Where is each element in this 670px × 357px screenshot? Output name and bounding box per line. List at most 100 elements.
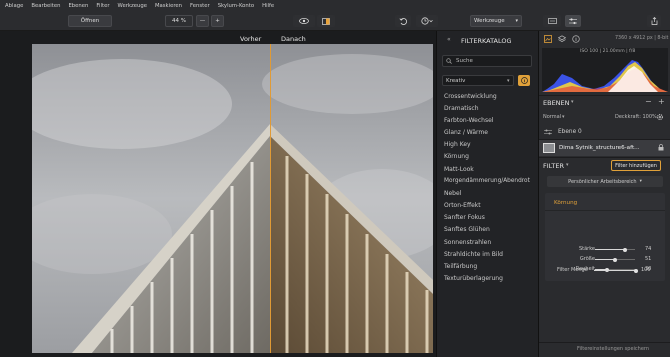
filter-item-crossentwicklung[interactable]: Crossentwicklung (444, 93, 497, 100)
slider-knob[interactable] (622, 247, 627, 252)
tools-dropdown-label: Werkzeuge (474, 18, 505, 24)
before-label: Vorher (240, 35, 262, 43)
blend-mode-select[interactable]: Normal (543, 114, 561, 120)
compare-toggle-button[interactable] (317, 15, 335, 27)
active-layer-row[interactable]: Dima Sytnik_structure6-aft... (539, 140, 670, 156)
zoom-in-button[interactable]: + (211, 15, 224, 27)
image-info-icon[interactable] (544, 35, 552, 43)
filter-amount-value[interactable]: 100 (641, 267, 651, 273)
zoom-out-button[interactable]: — (196, 15, 209, 27)
filter-item-sonnenstrahlen[interactable]: Sonnenstrahlen (444, 239, 491, 246)
filter-item-dramatisch[interactable]: Dramatisch (444, 105, 479, 112)
layer-remove-icon[interactable]: − (645, 97, 652, 106)
zoom-level-select[interactable]: 44 % (165, 15, 193, 27)
filter-item-nebel[interactable]: Nebel (444, 190, 461, 197)
menu-hilfe[interactable]: Hilfe (262, 3, 274, 9)
layer-opacity[interactable]: Deckkraft: 100% (615, 114, 657, 120)
menu-werkzeuge[interactable]: Werkzeuge (118, 3, 147, 9)
undo-icon (399, 18, 407, 25)
search-placeholder: Suche (456, 58, 473, 64)
layer-add-icon[interactable]: + (658, 97, 665, 106)
chevron-down-icon[interactable]: ▾ (566, 162, 569, 168)
filter-catalog-panel: « FILTERKATALOG Suche Kreativ ▾ Crossent… (436, 31, 538, 357)
open-button[interactable]: Öffnen (68, 15, 112, 27)
image-dimensions: 7360 x 4912 px | 8-bit (615, 36, 669, 41)
filter-item-teilfaerbung[interactable]: Teilfärbung (444, 263, 477, 270)
menu-bearbeiten[interactable]: Bearbeiten (31, 3, 60, 9)
filter-title: FILTER (543, 162, 564, 170)
menu-fenster[interactable]: Fenster (190, 3, 210, 9)
chevron-down-icon: ▾ (507, 77, 510, 84)
filter-item-farbton-wechsel[interactable]: Farbton-Wechsel (444, 117, 493, 124)
workspace-label: Persönlicher Arbeitsbereich (568, 178, 637, 185)
split-view-icon (322, 17, 330, 25)
collapse-icon[interactable]: « (447, 36, 451, 43)
undo-button[interactable] (395, 15, 411, 27)
filter-item-high-key[interactable]: High Key (444, 141, 471, 148)
slider-label-staerke: Stärke (578, 246, 595, 252)
catalog-title: FILTERKATALOG (461, 37, 512, 45)
preview-toggle-button[interactable] (293, 15, 315, 27)
filter-item-strahldichte[interactable]: Strahldichte im Bild (444, 251, 503, 258)
slider-knob[interactable] (613, 257, 618, 262)
adjustments-view-button[interactable] (565, 15, 581, 27)
filter-card-title[interactable]: Körnung (554, 200, 577, 206)
filter-item-matt-look[interactable]: Matt-Look (444, 166, 474, 173)
chevron-down-icon[interactable]: ▾ (571, 99, 574, 105)
layer-1-name: Dima Sytnik_structure6-aft... (559, 145, 640, 151)
metadata-icon[interactable] (572, 35, 580, 43)
photo-preview[interactable] (32, 44, 433, 353)
add-filter-button[interactable]: Filter hinzufügen (611, 160, 661, 171)
filter-amount-slider[interactable] (594, 268, 638, 273)
filter-item-orton-effekt[interactable]: Orton-Effekt (444, 202, 481, 209)
lock-icon (658, 144, 664, 151)
share-icon (651, 17, 657, 25)
filter-item-texturueberlagerung[interactable]: Texturüberlagerung (444, 275, 503, 282)
save-filter-settings-button[interactable]: Filtereinstellungen speichern (577, 346, 649, 352)
catalog-search-input[interactable]: Suche (442, 55, 532, 67)
right-panel: 7360 x 4912 px | 8-bit ISO 100 | 21.00mm… (538, 31, 670, 357)
layers-stack-icon[interactable] (558, 35, 566, 43)
slider-track-staerke[interactable] (595, 247, 635, 252)
filter-item-morgendaemmerung[interactable]: Morgendämmerung/Abendrot (444, 178, 530, 184)
category-select[interactable]: Kreativ ▾ (442, 75, 514, 86)
slider-label-groesse: Größe (579, 256, 595, 262)
filter-item-koernung[interactable]: Körnung (444, 153, 469, 160)
sliders-icon (569, 17, 577, 24)
layer-0-name[interactable]: Ebene 0 (558, 129, 582, 135)
layers-title: EBENEN (543, 99, 570, 107)
layers-view-button[interactable] (543, 15, 561, 27)
filter-item-sanfter-fokus[interactable]: Sanfter Fokus (444, 214, 485, 221)
slider-value-groesse[interactable]: 51 (645, 256, 651, 262)
compare-split-handle[interactable] (270, 44, 271, 353)
menu-ebenen[interactable]: Ebenen (68, 3, 88, 9)
adjustment-layer-icon (544, 129, 552, 135)
menu-filter[interactable]: Filter (96, 3, 109, 9)
menu-bar: Ablage Bearbeiten Ebenen Filter Werkzeug… (0, 0, 670, 12)
favorites-button[interactable] (518, 75, 530, 86)
workspace-select[interactable]: Persönlicher Arbeitsbereich ▾ (547, 176, 663, 187)
category-value: Kreativ (446, 78, 466, 84)
panels-icon (547, 18, 557, 24)
menu-maskieren[interactable]: Maskieren (155, 3, 182, 9)
slider-value-staerke[interactable]: 74 (645, 246, 651, 252)
tools-dropdown[interactable]: Werkzeuge ▾ (470, 15, 522, 27)
exif-info: ISO 100 | 21.00mm | f/8 (580, 49, 636, 54)
slider-knob[interactable] (634, 268, 638, 273)
building-photo (32, 44, 433, 353)
history-button[interactable] (416, 15, 438, 27)
filter-amount-label: Filter Menge (557, 267, 588, 273)
info-icon (520, 77, 528, 84)
export-button[interactable] (647, 15, 661, 27)
menu-skylum-konto[interactable]: Skylum-Konto (218, 3, 254, 9)
chevron-down-icon: ▾ (562, 114, 565, 120)
toolbar: Öffnen 44 % — + Werkzeuge ▾ (0, 12, 670, 31)
filter-item-glanz-waerme[interactable]: Glanz / Wärme (444, 129, 488, 136)
histogram-graph (542, 60, 668, 92)
gear-icon[interactable] (656, 113, 664, 121)
menu-ablage[interactable]: Ablage (5, 3, 23, 9)
chevron-down-icon: ▾ (515, 18, 518, 24)
slider-track-groesse[interactable] (595, 257, 635, 262)
filter-item-sanftes-gluehen[interactable]: Sanftes Glühen (444, 226, 490, 233)
eye-icon (299, 18, 309, 24)
